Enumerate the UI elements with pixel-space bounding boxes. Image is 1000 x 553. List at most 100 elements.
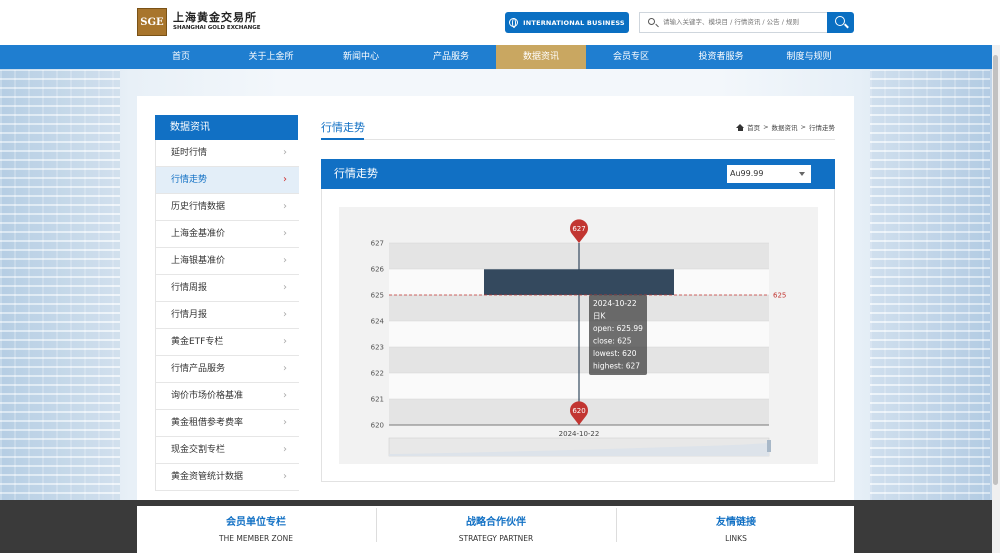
chart-header: 行情走势 Au99.99 [321, 159, 835, 189]
sidebar-item-asset-stats[interactable]: 黄金资管统计数据 › [156, 464, 299, 491]
x-tick-label: 2024-10-22 [559, 430, 600, 438]
sidebar-item-label: 行情走势 [171, 175, 208, 185]
nav-item-about[interactable]: 关于上金所 [226, 45, 316, 69]
sidebar-item-label: 延时行情 [171, 148, 208, 158]
sidebar-item-weekly[interactable]: 行情周报 › [156, 275, 299, 302]
sidebar-item-product-service[interactable]: 行情产品服务 › [156, 356, 299, 383]
sidebar-title: 数据资讯 [155, 115, 298, 140]
chevron-right-icon: › [283, 417, 287, 428]
instrument-select[interactable]: Au99.99 [727, 165, 811, 183]
sidebar-item-gold-benchmark[interactable]: 上海金基准价 › [156, 221, 299, 248]
sidebar-item-label: 行情周报 [171, 283, 208, 293]
footer-links[interactable]: 友情链接 LINKS [617, 506, 855, 543]
sidebar-item-label: 现金交割专栏 [171, 445, 226, 455]
markpoint-low-label: 620 [572, 407, 585, 415]
footer-member-zone-cn: 会员单位专栏 [226, 517, 286, 528]
scrollbar[interactable] [992, 45, 1000, 553]
sidebar-item-etf[interactable]: 黄金ETF专栏 › [156, 329, 299, 356]
chart-header-title: 行情走势 [334, 167, 378, 180]
breadcrumb: 首页 > 数据资讯 > 行情走势 [736, 122, 835, 132]
background-building-left [0, 70, 120, 503]
logo-text-en: SHANGHAI GOLD EXCHANGE [173, 25, 261, 32]
logo-mark: SGE [137, 8, 167, 36]
footer-strategy-partner-en: STRATEGY PARTNER [458, 534, 534, 543]
sidebar-item-silver-benchmark[interactable]: 上海银基准价 › [156, 248, 299, 275]
site-header: SGE 上海黄金交易所 SHANGHAI GOLD EXCHANGE INTER… [0, 0, 1000, 45]
nav-item-investors[interactable]: 投资者服务 [676, 45, 766, 69]
y-tick-label: 627 [371, 240, 384, 248]
search-icon [835, 16, 845, 26]
sidebar-item-delayed-quotes[interactable]: 延时行情 › [156, 140, 299, 167]
footer-links-en: LINKS [725, 534, 747, 543]
nav-item-home[interactable]: 首页 [136, 45, 226, 69]
sidebar-item-history[interactable]: 历史行情数据 › [156, 194, 299, 221]
sidebar-item-label: 黄金资管统计数据 [171, 472, 244, 482]
candle-body [484, 269, 674, 295]
y-tick-label: 625 [371, 292, 384, 300]
nav-item-members[interactable]: 会员专区 [586, 45, 676, 69]
chevron-right-icon: › [283, 174, 287, 185]
tooltip-line: 日K [593, 312, 606, 321]
datazoom-handle [767, 440, 771, 452]
sidebar-item-monthly[interactable]: 行情月报 › [156, 302, 299, 329]
sidebar-item-label: 黄金ETF专栏 [171, 337, 224, 347]
chevron-right-icon: › [283, 201, 287, 212]
markline-label: 625 [773, 292, 786, 300]
markpoint-high-label: 627 [572, 225, 585, 233]
chevron-right-icon: › [283, 444, 287, 455]
home-icon [736, 123, 745, 131]
chevron-down-icon [799, 172, 805, 176]
chevron-right-icon: › [283, 390, 287, 401]
chevron-right-icon: › [283, 228, 287, 239]
scrollbar-thumb[interactable] [993, 55, 998, 485]
logo-text-cn: 上海黄金交易所 [173, 11, 257, 25]
sidebar-item-inquiry-benchmark[interactable]: 询价市场价格基准 › [156, 383, 299, 410]
logo[interactable]: SGE 上海黄金交易所 SHANGHAI GOLD EXCHANGE [137, 8, 261, 36]
title-divider [321, 139, 835, 140]
sidebar-item-label: 上海银基准价 [171, 256, 226, 266]
title-underline [321, 138, 364, 140]
footer-member-zone[interactable]: 会员单位专栏 THE MEMBER ZONE [137, 506, 375, 543]
nav-item-products[interactable]: 产品服务 [406, 45, 496, 69]
tooltip-line: close: 625 [593, 337, 632, 346]
chevron-right-icon: › [283, 471, 287, 482]
search-button[interactable] [827, 12, 854, 33]
breadcrumb-separator: > [800, 123, 806, 131]
search-icon [648, 18, 655, 25]
search-input[interactable]: 请输入关键字、模块目 / 行情资讯 / 公告 / 规则 [639, 12, 828, 33]
tooltip-line: open: 625.99 [593, 324, 643, 333]
breadcrumb-data[interactable]: 数据资讯 [772, 122, 798, 132]
breadcrumb-separator: > [763, 123, 769, 131]
breadcrumb-current: 行情走势 [809, 124, 835, 132]
sidebar-item-label: 历史行情数据 [171, 202, 226, 212]
chevron-right-icon: › [283, 147, 287, 158]
sidebar-item-cash-delivery[interactable]: 现金交割专栏 › [156, 437, 299, 464]
chevron-right-icon: › [283, 282, 287, 293]
sidebar-item-label: 黄金租借参考费率 [171, 418, 244, 428]
search-placeholder: 请输入关键字、模块目 / 行情资讯 / 公告 / 规则 [663, 18, 799, 26]
international-business-label: INTERNATIONAL BUSINESS [523, 18, 625, 27]
chevron-right-icon: › [283, 336, 287, 347]
footer-strategy-partner[interactable]: 战略合作伙伴 STRATEGY PARTNER [377, 506, 615, 543]
nav-item-data[interactable]: 数据资讯 [496, 45, 586, 69]
footer-links-cn: 友情链接 [716, 517, 756, 528]
nav-item-news[interactable]: 新闻中心 [316, 45, 406, 69]
nav-item-rules[interactable]: 制度与规则 [764, 45, 854, 69]
chevron-right-icon: › [283, 309, 287, 320]
sidebar-item-label: 行情月报 [171, 310, 208, 320]
sidebar-item-lease-rate[interactable]: 黄金租借参考费率 › [156, 410, 299, 437]
sidebar-item-label: 上海金基准价 [171, 229, 226, 239]
candlestick-chart[interactable]: 620 621 622 623 624 625 626 627 625 627 620 2024-10… [339, 207, 818, 464]
sidebar-item-label: 行情产品服务 [171, 364, 226, 374]
footer-member-zone-en: THE MEMBER ZONE [219, 534, 293, 543]
sidebar-item-label: 询价市场价格基准 [171, 391, 244, 401]
sidebar-menu: 延时行情 › 行情走势 › 历史行情数据 › 上海金基准价 › 上海银基准价 › 行情周报… [155, 140, 299, 491]
breadcrumb-home[interactable]: 首页 [747, 122, 760, 132]
logo-text: 上海黄金交易所 SHANGHAI GOLD EXCHANGE [173, 12, 261, 32]
y-tick-label: 624 [371, 318, 385, 326]
international-business-button[interactable]: INTERNATIONAL BUSINESS [505, 12, 629, 33]
y-tick-label: 623 [371, 344, 384, 352]
sidebar-item-market-trend[interactable]: 行情走势 › [156, 167, 299, 194]
chart-area: 620 621 622 623 624 625 626 627 625 627 620 2024-10… [339, 207, 818, 464]
footer-strategy-partner-cn: 战略合作伙伴 [466, 517, 526, 528]
